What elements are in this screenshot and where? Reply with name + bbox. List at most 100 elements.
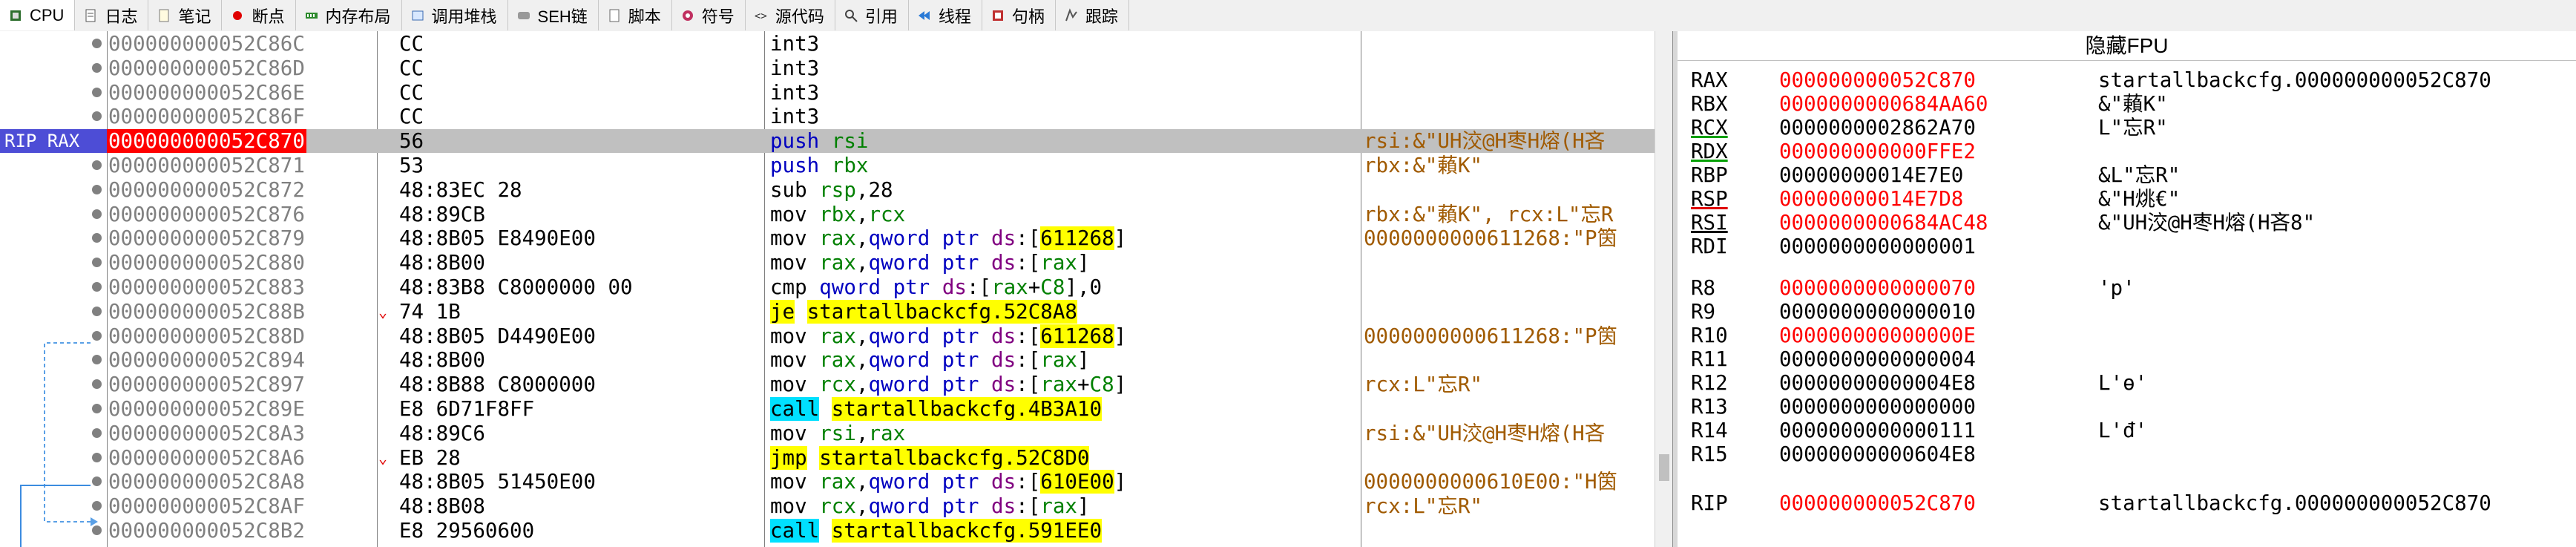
- register-rsi[interactable]: RSI 0000000000684AC48 &"UH洨@H枣H熔(H吝8": [1691, 211, 2574, 235]
- breakpoint-dot-icon[interactable]: [92, 87, 102, 97]
- instr-token: [819, 519, 832, 543]
- register-value[interactable]: 0000000000000004: [1779, 347, 1976, 371]
- register-r14[interactable]: R14 0000000000000111 L'đ': [1691, 419, 2574, 442]
- tab-call-stack[interactable]: 调用堆栈: [402, 0, 508, 30]
- breakpoint-dot-icon[interactable]: [92, 160, 102, 170]
- register-value[interactable]: 0000000000000001: [1779, 235, 1976, 258]
- breakpoint-dot-icon[interactable]: [92, 62, 102, 73]
- register-rax[interactable]: RAX 000000000052C870 startallbackcfg.00000…: [1691, 68, 2574, 92]
- register-pane[interactable]: 隐藏FPU RAX 000000000052C870 startallbackcfg…: [1678, 31, 2576, 547]
- disasm-row[interactable]: 000000000052C879 48:8B05 E8490E00 mov rax,…: [0, 226, 1655, 251]
- disasm-row[interactable]: 000000000052C88D 48:8B05 D4490E00 mov rax,…: [0, 324, 1655, 348]
- disasm-row[interactable]: 000000000052C86E CC int3: [0, 81, 1655, 105]
- disasm-row[interactable]: 000000000052C86D CC int3: [0, 56, 1655, 80]
- register-r8[interactable]: R8 0000000000000070 'p': [1691, 276, 2574, 300]
- row-instruction: sub rsp,28: [770, 178, 893, 202]
- disasm-row[interactable]: 000000000052C86F CC int3: [0, 105, 1655, 128]
- disasm-row[interactable]: 000000000052C8B2 E8 29560600 call startall…: [0, 519, 1655, 543]
- disasm-row[interactable]: 000000000052C876 48:89CB mov rbx,rcx rbx:&"…: [0, 203, 1655, 226]
- tab-log[interactable]: 日志: [75, 0, 149, 30]
- register-rbp[interactable]: RBP 00000000014E7E0 &L"忘R": [1691, 163, 2574, 187]
- tab-memory-map[interactable]: 内存布局: [296, 0, 402, 30]
- breakpoint-dot-icon[interactable]: [92, 525, 102, 535]
- register-value[interactable]: 000000000052C870: [1779, 491, 1976, 515]
- tab-trace[interactable]: 跟踪: [1056, 0, 1129, 30]
- register-rdx[interactable]: RDX 000000000000FFE2: [1691, 140, 2574, 163]
- register-r12[interactable]: R12 00000000000004E8 L'ө': [1691, 371, 2574, 395]
- disasm-row[interactable]: 000000000052C88B ⌄ 74 1B je startallbackcfg…: [0, 299, 1655, 324]
- instr-token: 611268: [1040, 226, 1114, 251]
- register-value[interactable]: 0000000000000070: [1779, 276, 1976, 300]
- breakpoint-dot-icon[interactable]: [92, 282, 102, 292]
- disasm-row-current[interactable]: RIP RAX 000000000052C870 56 push rsi rsi:&"U…: [0, 129, 1655, 154]
- register-rbx[interactable]: RBX 0000000000684AA60 &"藾K": [1691, 92, 2574, 116]
- disasm-row[interactable]: 000000000052C89E E8 6D71F8FF call startall…: [0, 397, 1655, 421]
- instr-token: qword ptr: [868, 494, 992, 519]
- disasm-row[interactable]: 000000000052C8A3 48:89C6 mov rsi,rax rsi:&"…: [0, 422, 1655, 445]
- register-value[interactable]: 0000000000000000: [1779, 395, 1976, 419]
- instr-token: startallbackcfg.591EE0: [831, 519, 1103, 543]
- register-comment: &"H烑€": [2098, 187, 2181, 211]
- instr-token: ]: [1077, 251, 1090, 275]
- tab-threads[interactable]: 线程: [909, 0, 982, 30]
- breakpoint-dot-icon[interactable]: [92, 452, 102, 462]
- register-r9[interactable]: R9 0000000000000010: [1691, 300, 2574, 324]
- tab-cpu[interactable]: CPU: [0, 0, 76, 30]
- tab-breakpoint[interactable]: 断点: [222, 0, 296, 30]
- disassembly-pane[interactable]: 000000000052C86C CC int3 000000000052C86D CC…: [0, 31, 1672, 547]
- breakpoint-dot-icon[interactable]: [92, 428, 102, 438]
- tab-references[interactable]: 引用: [835, 0, 909, 30]
- register-rcx[interactable]: RCX 0000000002862A70 L"忘R": [1691, 116, 2574, 140]
- instr-token: mov: [770, 421, 820, 445]
- row-bytes: 48:8B05 E8490E00: [399, 226, 596, 251]
- disasm-row[interactable]: 000000000052C894 48:8B00 mov rax,qword ptr…: [0, 348, 1655, 372]
- tab-source[interactable]: <> 源代码: [746, 0, 835, 30]
- disasm-row[interactable]: 000000000052C8AF 48:8B08 mov rcx,qword ptr…: [0, 494, 1655, 518]
- register-rip[interactable]: RIP 000000000052C870 startallbackcfg.00000…: [1691, 491, 2574, 515]
- register-value[interactable]: 000000000000FFE2: [1779, 140, 1976, 163]
- scrollbar-thumb[interactable]: [1659, 454, 1669, 481]
- register-value[interactable]: 0000000000684AA60: [1779, 92, 1988, 116]
- instr-token: rax: [868, 421, 906, 445]
- pane-splitter[interactable]: [1672, 31, 1678, 547]
- breakpoint-dot-icon[interactable]: [92, 209, 102, 219]
- register-r13[interactable]: R13 0000000000000000: [1691, 395, 2574, 419]
- instr-token: rsi: [831, 129, 869, 154]
- disasm-row[interactable]: 000000000052C86C CC int3: [0, 32, 1655, 56]
- breakpoint-dot-icon[interactable]: [92, 330, 102, 341]
- hide-fpu-toggle[interactable]: 隐藏FPU: [1678, 31, 2576, 61]
- tab-handles[interactable]: 句柄: [982, 0, 1056, 30]
- register-value[interactable]: 000000000000000E: [1779, 324, 1976, 347]
- tab-notes[interactable]: 笔记: [148, 0, 223, 30]
- register-value[interactable]: 00000000000604E8: [1779, 442, 1976, 466]
- disasm-row[interactable]: 000000000052C880 48:8B00 mov rax,qword ptr…: [0, 251, 1655, 275]
- register-value[interactable]: 00000000000004E8: [1779, 371, 1976, 395]
- disasm-row[interactable]: 000000000052C872 48:83EC 28 sub rsp,28: [0, 178, 1655, 202]
- disasm-row[interactable]: 000000000052C871 53 push rbx rbx:&"藾K": [0, 154, 1655, 177]
- tab-script[interactable]: 脚本: [599, 0, 672, 30]
- register-value[interactable]: 0000000000684AC48: [1779, 211, 1988, 235]
- register-value[interactable]: 0000000002862A70: [1779, 116, 1976, 140]
- register-r15[interactable]: R15 00000000000604E8: [1691, 442, 2574, 466]
- disassembly-scrollbar[interactable]: [1655, 31, 1672, 547]
- register-value[interactable]: 00000000014E7E0: [1779, 163, 1963, 187]
- register-value[interactable]: 00000000014E7D8: [1779, 187, 1963, 211]
- register-value[interactable]: 0000000000000111: [1779, 419, 1976, 442]
- disasm-row[interactable]: 000000000052C8A6 ⌄ EB 28 jmp startallbackcf…: [0, 445, 1655, 470]
- breakpoint-dot-icon[interactable]: [92, 39, 102, 48]
- disasm-row[interactable]: 000000000052C897 48:8B88 C8000000 mov rcx,…: [0, 373, 1655, 396]
- register-r10[interactable]: R10 000000000000000E: [1691, 324, 2574, 347]
- disasm-row[interactable]: 000000000052C883 48:83B8 C8000000 00 cmp q…: [0, 275, 1655, 299]
- breakpoint-dot-icon[interactable]: [92, 184, 102, 194]
- row-instruction: int3: [770, 56, 819, 80]
- register-rdi[interactable]: RDI 0000000000000001: [1691, 235, 2574, 258]
- tab-symbols[interactable]: 符号: [672, 0, 746, 30]
- register-value[interactable]: 0000000000000010: [1779, 300, 1976, 324]
- register-value[interactable]: 000000000052C870: [1779, 68, 1976, 92]
- tab-seh-chain[interactable]: SEH链: [508, 0, 599, 30]
- breakpoint-dot-icon[interactable]: [92, 404, 102, 413]
- disasm-row[interactable]: 000000000052C8A8 48:8B05 51450E00 mov rax,…: [0, 470, 1655, 494]
- breakpoint-dot-icon[interactable]: [92, 306, 102, 316]
- register-r11[interactable]: R11 0000000000000004: [1691, 347, 2574, 371]
- register-rsp[interactable]: RSP 00000000014E7D8 &"H烑€": [1691, 187, 2574, 211]
